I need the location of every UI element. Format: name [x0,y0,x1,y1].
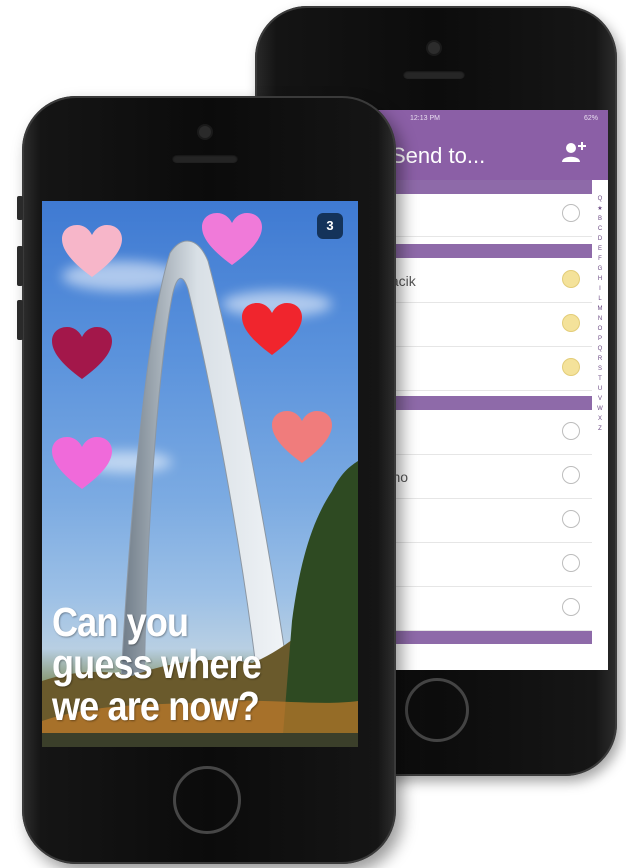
friend-row[interactable]: dlacik [374,258,592,303]
index-letter[interactable]: H [594,274,606,284]
select-circle-icon[interactable] [562,422,580,440]
index-letter[interactable]: E [594,244,606,254]
select-circle-icon[interactable] [562,314,580,332]
index-letter[interactable]: L [594,294,606,304]
volume-up-button[interactable] [17,246,23,286]
section-separator [374,630,592,644]
index-letter[interactable]: X [594,414,606,424]
select-circle-icon[interactable] [562,554,580,572]
index-letter[interactable]: G [594,264,606,274]
index-letter[interactable]: C [594,224,606,234]
index-letter[interactable]: W [594,404,606,414]
heart-sticker-icon[interactable] [52,327,112,381]
earpiece-speaker [403,70,465,79]
index-letter[interactable]: S [594,364,606,374]
add-friend-icon[interactable] [561,140,587,164]
index-letter[interactable]: P [594,334,606,344]
snap-caption[interactable]: Can you guess where we are now? [52,601,316,727]
friend-row[interactable]: n [374,542,592,587]
index-letter[interactable]: B [594,214,606,224]
index-letter[interactable]: M [594,304,606,314]
index-letter[interactable]: ★ [594,204,606,214]
heart-sticker-icon[interactable] [202,213,262,267]
status-time: 12:13 PM [410,115,440,122]
select-circle-icon[interactable] [562,598,580,616]
page-title: Send to... [391,143,486,168]
index-letter[interactable]: Q [594,344,606,354]
index-letter[interactable]: R [594,354,606,364]
heart-sticker-icon[interactable] [62,225,122,279]
section-separator [374,244,592,258]
alphabet-index[interactable]: Q ★ B C D E F G H I L M N O P Q R S T U V W X Z [594,194,606,434]
friend-row[interactable] [374,410,592,455]
timer-badge[interactable]: 3 [317,213,343,239]
index-letter[interactable]: F [594,254,606,264]
friend-row[interactable]: e [374,302,592,347]
friend-row[interactable] [374,346,592,391]
status-bar: 12:13 PM 62% [374,110,608,128]
index-letter[interactable]: O [594,324,606,334]
status-battery: 62% [583,115,598,122]
friend-row[interactable] [374,498,592,543]
mute-switch[interactable] [17,196,23,220]
heart-sticker-icon[interactable] [272,411,332,465]
volume-down-button[interactable] [17,300,23,340]
heart-sticker-icon[interactable] [52,437,112,491]
snap-photo: 3 Can you guess where we are now? [42,201,358,747]
section-separator [374,396,592,410]
index-letter[interactable]: Z [594,424,606,434]
home-button[interactable] [173,766,241,834]
index-letter[interactable]: N [594,314,606,324]
send-to-screen: 12:13 PM 62% Send to... dlacikeranoni Q★… [374,110,608,670]
index-letter[interactable]: U [594,384,606,394]
front-phone: 3 Can you guess where we are now? [17,96,396,864]
nav-bar: Send to... [374,128,608,180]
select-circle-icon[interactable] [562,510,580,528]
front-camera [428,42,440,54]
select-circle-icon[interactable] [562,204,580,222]
friend-row[interactable] [374,192,592,237]
select-circle-icon[interactable] [562,270,580,288]
select-circle-icon[interactable] [562,466,580,484]
heart-sticker-icon[interactable] [242,303,302,357]
front-camera [199,126,211,138]
caption-line: we are now? [52,683,260,729]
index-letter[interactable]: T [594,374,606,384]
earpiece-speaker [172,154,238,163]
index-letter[interactable]: V [594,394,606,404]
index-letter[interactable]: D [594,234,606,244]
home-button[interactable] [405,678,469,742]
caption-line: Can you [52,599,189,645]
select-circle-icon[interactable] [562,358,580,376]
index-letter[interactable]: I [594,284,606,294]
friend-row[interactable]: rano [374,454,592,499]
index-letter[interactable]: Q [594,194,606,204]
friend-row[interactable]: i [374,586,592,631]
caption-line: guess where [52,641,262,687]
